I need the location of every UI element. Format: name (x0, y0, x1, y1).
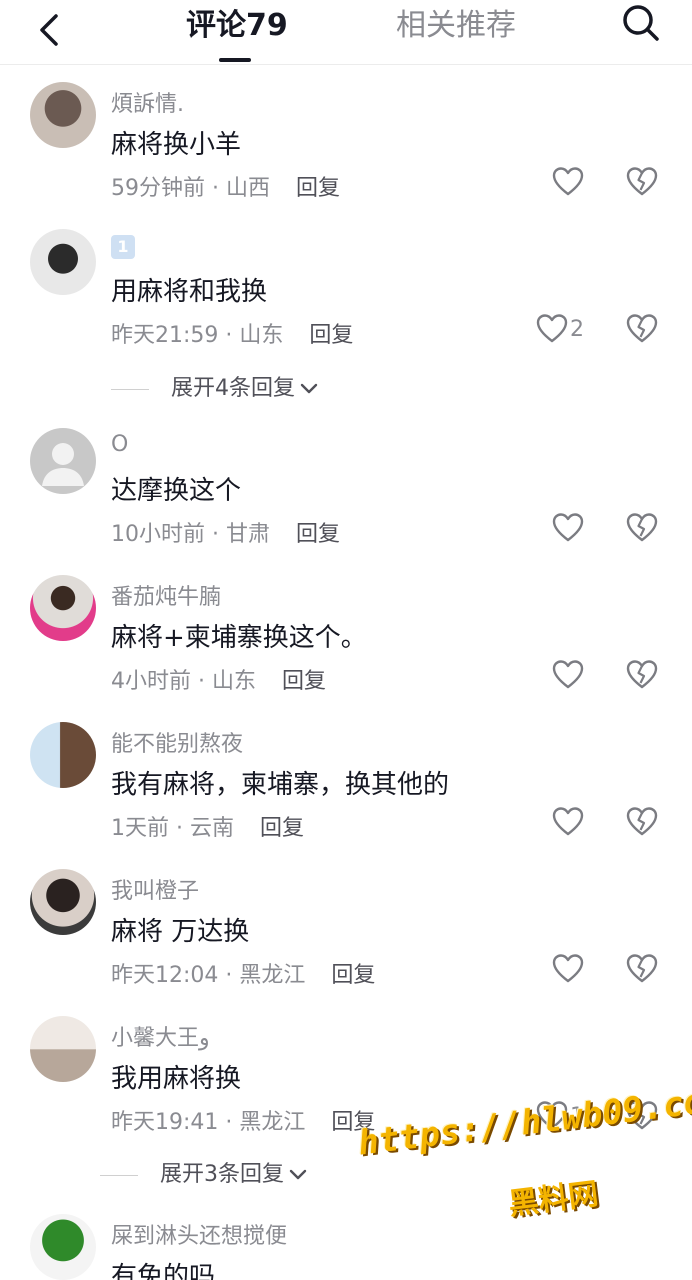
comment-time: 59分钟前 (111, 176, 205, 201)
reply-button[interactable]: 回复 (296, 522, 340, 547)
comment-username[interactable]: 我叫橙子 (111, 873, 199, 905)
default-avatar-icon (42, 443, 84, 486)
broken-heart-icon[interactable] (626, 953, 658, 985)
comment-time: 昨天12:04 (111, 963, 219, 988)
comment-item: 番茄炖牛腩 麻将+柬埔寨换这个。 4小时前 · 山东 回复 (0, 575, 692, 715)
divider (111, 388, 149, 390)
comment-meta: 昨天21:59 · 山东 回复 (111, 323, 354, 348)
chevron-down-icon (300, 383, 318, 394)
comment-location: 甘肃 (225, 522, 270, 547)
comment-text: 我有麻将，柬埔寨，换其他的 (111, 770, 450, 800)
comment-meta: 59分钟前 · 山西 回复 (111, 176, 341, 201)
avatar[interactable] (30, 428, 96, 494)
chevron-down-icon (289, 1169, 307, 1180)
top-bar: 评论79 相关推荐 (0, 0, 692, 65)
comment-location: 黑龙江 (239, 1110, 306, 1135)
comment-username[interactable]: 番茄炖牛腩 (111, 579, 221, 611)
divider (100, 1174, 138, 1176)
expand-replies-button[interactable]: 展开4条回复 (111, 370, 319, 402)
expand-replies-label: 展开4条回复 (171, 376, 295, 401)
heart-outline-icon[interactable] (552, 166, 584, 198)
comment-text: 有免的吗 (111, 1262, 216, 1280)
heart-outline-icon[interactable] (552, 659, 584, 691)
comment-item: O 达摩换这个 10小时前 · 甘肃 回复 (0, 428, 692, 568)
comment-username[interactable]: 煩訴情. (111, 86, 184, 118)
avatar[interactable] (30, 1016, 96, 1082)
broken-heart-icon[interactable] (626, 659, 658, 691)
comment-username[interactable]: 能不能别熬夜 (111, 726, 243, 758)
reply-button[interactable]: 回复 (296, 176, 340, 201)
comment-text: 我用麻将换 (111, 1064, 242, 1094)
comment-item: 1 用麻将和我换 昨天21:59 · 山东 回复 2 (0, 229, 692, 369)
broken-heart-icon[interactable] (626, 512, 658, 544)
comment-text: 达摩换这个 (111, 476, 242, 506)
comment-time: 4小时前 (111, 669, 191, 694)
comment-time: 1天前 (111, 816, 169, 841)
comment-time: 昨天21:59 (111, 323, 219, 348)
search-icon[interactable] (616, 0, 664, 48)
avatar[interactable] (30, 82, 96, 148)
comment-time: 10小时前 (111, 522, 205, 547)
heart-outline-icon[interactable] (552, 806, 584, 838)
reply-button[interactable]: 回复 (282, 669, 326, 694)
comment-username[interactable]: O (111, 432, 128, 457)
comment-item: 能不能别熬夜 我有麻将，柬埔寨，换其他的 1天前 · 云南 回复 (0, 722, 692, 862)
comment-meta: 10小时前 · 甘肃 回复 (111, 522, 341, 547)
avatar[interactable] (30, 1214, 96, 1280)
comment-time: 昨天19:41 (111, 1110, 219, 1135)
comment-meta: 昨天12:04 · 黑龙江 回复 (111, 963, 376, 988)
comment-username[interactable]: 屎到淋头还想搅便 (111, 1218, 287, 1250)
reply-button[interactable]: 回复 (260, 816, 304, 841)
like-count: 2 (570, 317, 584, 342)
tab-comments[interactable]: 评论79 (186, 6, 288, 46)
chevron-left-icon[interactable] (28, 8, 72, 52)
avatar[interactable] (30, 229, 96, 295)
reply-button[interactable]: 回复 (309, 323, 353, 348)
heart-outline-icon[interactable] (536, 313, 568, 345)
comment-location: 云南 (189, 816, 234, 841)
tab-related[interactable]: 相关推荐 (396, 6, 516, 46)
comment-location: 山东 (211, 669, 256, 694)
reply-button[interactable]: 回复 (331, 963, 375, 988)
heart-outline-icon[interactable] (552, 512, 584, 544)
comment-location: 山东 (239, 323, 284, 348)
broken-heart-icon[interactable] (626, 313, 658, 345)
avatar[interactable] (30, 575, 96, 641)
broken-heart-icon[interactable] (626, 166, 658, 198)
comment-meta: 昨天19:41 · 黑龙江 回复 (111, 1110, 376, 1135)
heart-outline-icon[interactable] (552, 953, 584, 985)
expand-replies-label: 展开3条回复 (160, 1162, 284, 1187)
comment-username[interactable]: 1 (111, 233, 135, 259)
comment-meta: 1天前 · 云南 回复 (111, 816, 305, 841)
comment-text: 麻将+柬埔寨换这个。 (111, 623, 367, 653)
avatar[interactable] (30, 722, 96, 788)
comment-location: 黑龙江 (239, 963, 306, 988)
comment-item: 我叫橙子 麻将 万达换 昨天12:04 · 黑龙江 回复 (0, 869, 692, 1009)
comment-text: 用麻将和我换 (111, 277, 268, 307)
comment-text: 麻将 万达换 (111, 917, 250, 947)
comment-location: 山西 (225, 176, 270, 201)
comment-item: 煩訴情. 麻将换小羊 59分钟前 · 山西 回复 (0, 82, 692, 222)
active-tab-indicator (219, 58, 251, 62)
expand-replies-button[interactable]: 展开3条回复 (100, 1156, 308, 1188)
comment-meta: 4小时前 · 山东 回复 (111, 669, 327, 694)
comment-username[interactable]: 小馨大王ﻭ (111, 1020, 210, 1052)
broken-heart-icon[interactable] (626, 806, 658, 838)
comment-text: 麻将换小羊 (111, 130, 242, 160)
fan-level-badge: 1 (111, 235, 135, 259)
comment-item: 屎到淋头还想搅便 有免的吗 (0, 1214, 692, 1280)
avatar[interactable] (30, 869, 96, 935)
